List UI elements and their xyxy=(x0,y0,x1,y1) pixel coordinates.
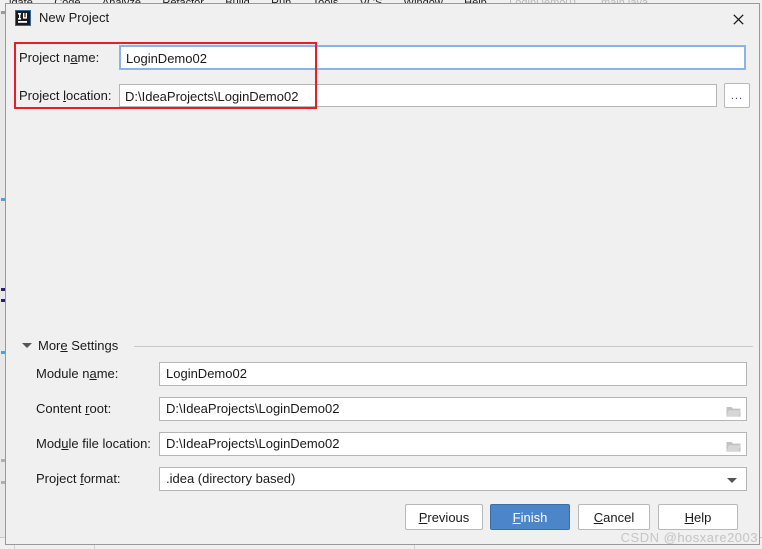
project-format-label-pre: Project xyxy=(36,471,81,486)
project-name-input[interactable]: LoginDemo02 xyxy=(119,45,746,70)
content-root-label-post: oot: xyxy=(89,401,112,416)
previous-button-mnemonic: P xyxy=(418,509,428,525)
project-fields-group: Project name: LoginDemo02 Project locati… xyxy=(6,32,759,114)
more-settings-label-mnemonic: e xyxy=(60,338,68,353)
module-name-label-post: me: xyxy=(96,366,119,381)
folder-icon[interactable] xyxy=(726,438,741,455)
project-format-value: .idea (directory based) xyxy=(166,471,296,486)
help-button[interactable]: Help xyxy=(658,504,738,530)
dialog-title-bar: New Project xyxy=(6,4,759,33)
content-root-label-pre: Content xyxy=(36,401,86,416)
cancel-button[interactable]: Cancel xyxy=(578,504,650,530)
content-root-value: D:\IdeaProjects\LoginDemo02 xyxy=(166,401,340,416)
close-icon[interactable] xyxy=(723,7,753,31)
project-name-label: Project name: xyxy=(19,44,99,71)
module-file-location-label-mnemonic: u xyxy=(61,436,69,451)
module-name-label: Module name: xyxy=(36,362,118,386)
browse-button-label: ... xyxy=(730,89,744,102)
project-name-label-post: me: xyxy=(77,50,100,65)
finish-button[interactable]: Finish xyxy=(490,504,570,530)
project-location-label-pre: Project xyxy=(19,88,64,103)
project-location-input[interactable]: D:\IdeaProjects\LoginDemo02 xyxy=(119,84,717,107)
module-name-label-pre: Module n xyxy=(36,366,90,381)
more-settings-label: More Settings xyxy=(38,337,125,355)
more-settings-section-header[interactable]: More Settings xyxy=(6,336,759,356)
content-root-input[interactable]: D:\IdeaProjects\LoginDemo02 xyxy=(159,397,747,421)
project-format-row: Project format: .idea (directory based) xyxy=(6,467,759,491)
dialog-title: New Project xyxy=(39,10,110,25)
module-file-location-label-pre: Mod xyxy=(36,436,62,451)
more-settings-label-pre: Mor xyxy=(38,338,61,353)
help-button-mnemonic: H xyxy=(684,509,695,525)
module-file-location-input[interactable]: D:\IdeaProjects\LoginDemo02 xyxy=(159,432,747,456)
module-name-input[interactable]: LoginDemo02 xyxy=(159,362,747,386)
module-name-row: Module name: LoginDemo02 xyxy=(6,362,759,386)
more-settings-label-post: Settings xyxy=(67,338,119,353)
chevron-down-icon[interactable] xyxy=(22,343,32,348)
project-location-label-post: ocation: xyxy=(65,88,112,103)
intellij-idea-icon xyxy=(15,10,31,26)
section-divider xyxy=(134,346,753,347)
content-root-label: Content root: xyxy=(36,397,111,421)
finish-button-post: inish xyxy=(520,509,548,525)
cancel-button-post: ancel xyxy=(603,509,635,525)
project-format-label-post: ormat: xyxy=(83,471,121,486)
project-location-row: Project location: D:\IdeaProjects\LoginD… xyxy=(6,82,759,109)
project-name-label-pre: Project n xyxy=(19,50,71,65)
project-format-label: Project format: xyxy=(36,467,121,491)
dialog-button-row: Previous Finish Cancel Help xyxy=(6,504,759,536)
module-file-location-row: Module file location: D:\IdeaProjects\Lo… xyxy=(6,432,759,456)
previous-button-post: revious xyxy=(427,509,470,525)
project-location-label: Project location: xyxy=(19,82,112,109)
finish-button-mnemonic: F xyxy=(512,509,521,525)
chevron-down-icon[interactable] xyxy=(727,478,737,483)
module-file-location-value: D:\IdeaProjects\LoginDemo02 xyxy=(166,436,340,451)
module-file-location-label: Module file location: xyxy=(36,432,151,456)
module-file-location-label-post: le file location: xyxy=(68,436,151,451)
cancel-button-mnemonic: C xyxy=(593,509,604,525)
project-format-select[interactable]: .idea (directory based) xyxy=(159,467,747,491)
module-name-label-mnemonic: a xyxy=(89,366,97,381)
folder-icon[interactable] xyxy=(726,403,741,420)
browse-project-location-button[interactable]: ... xyxy=(724,83,750,108)
help-button-post: elp xyxy=(694,509,712,525)
new-project-dialog: New Project Project name: LoginDemo02 Pr… xyxy=(5,3,760,545)
project-name-row: Project name: LoginDemo02 xyxy=(6,44,759,71)
project-name-label-mnemonic: a xyxy=(70,50,78,65)
previous-button[interactable]: Previous xyxy=(405,504,483,530)
content-root-row: Content root: D:\IdeaProjects\LoginDemo0… xyxy=(6,397,759,421)
